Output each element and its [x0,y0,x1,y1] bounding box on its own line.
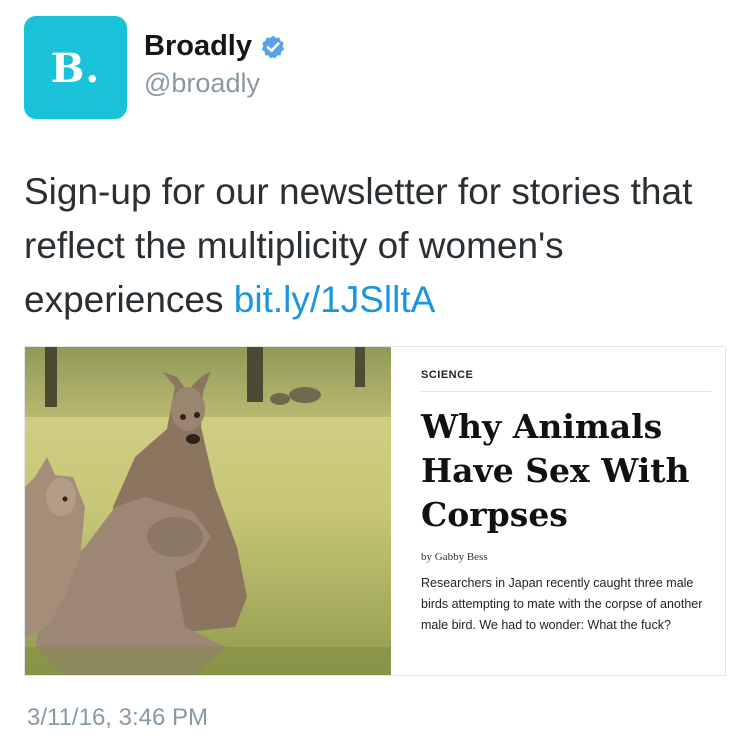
kangaroo-photo [25,347,391,675]
avatar-logo-text: B. [50,45,101,92]
card-summary: Researchers in Japan recently caught thr… [421,576,703,632]
card-section-label: SCIENCE [421,369,474,381]
verified-badge-icon [261,35,285,58]
card-divider [421,391,711,392]
card-headline[interactable]: Why Animals Have Sex With Corpses [421,405,717,537]
tweet-link[interactable]: bit.ly/1JSlltA [234,279,436,320]
tweet-timestamp[interactable]: 3/11/16, 3:46 PM [27,704,208,732]
display-name-row[interactable]: Broadly [144,30,286,63]
handle[interactable]: @broadly [144,68,260,99]
card-body: SCIENCE Why Animals Have Sex With Corpse… [421,347,717,675]
tweet-text: Sign-up for our newsletter for stories t… [24,165,724,327]
avatar[interactable]: B. [24,16,127,119]
link-card[interactable]: SCIENCE Why Animals Have Sex With Corpse… [24,346,726,676]
card-byline: by Gabby Bess [421,551,488,563]
display-name[interactable]: Broadly [144,30,252,63]
